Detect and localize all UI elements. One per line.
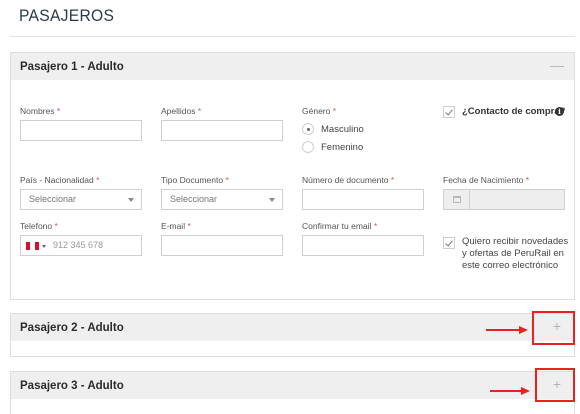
genero-label: Género * [302,106,337,116]
contact-label: ¿Contacto de compra? [462,106,566,117]
passenger-2-title: Pasajero 2 - Adulto [20,321,124,334]
newsletter-checkbox[interactable] [443,237,455,249]
passenger-3-title: Pasajero 3 - Adulto [20,379,124,392]
passenger-2-panel: Pasajero 2 - Adulto + [10,313,575,357]
radio-unselected-icon [302,141,314,153]
arrow-right-icon [521,387,530,395]
gender-male-radio[interactable]: Masculino [302,123,364,135]
nombres-input[interactable] [20,120,142,141]
telefono-input[interactable]: 912 345 678 [20,235,142,256]
confirm-email-input[interactable] [302,235,424,256]
passenger-2-header[interactable]: Pasajero 2 - Adulto + [11,314,574,341]
peru-flag-icon[interactable] [26,242,39,250]
pais-select-value: Seleccionar [29,194,77,204]
calendar-icon [453,196,461,203]
chevron-down-icon [269,198,275,202]
num-doc-input[interactable] [302,189,424,210]
radio-selected-icon [302,123,314,135]
telefono-label: Telefono * [20,221,58,231]
passenger-3-panel: Pasajero 3 - Adulto + [10,371,575,414]
fecha-nac-label: Fecha de Nacimiento * [443,175,530,185]
telefono-placeholder: 912 345 678 [53,240,104,250]
email-input[interactable] [161,235,283,256]
gender-female-label: Femenino [321,141,364,153]
newsletter-label: Quiero recibir novedades y ofertas de Pe… [462,236,569,271]
calendar-button[interactable] [444,190,470,209]
chevron-down-icon [128,198,134,202]
nombres-label: Nombres * [20,106,61,116]
tipo-doc-select[interactable]: Seleccionar [161,189,283,210]
confirm-email-label: Confirmar tu email * [302,221,378,231]
apellidos-input[interactable] [161,120,283,141]
info-icon[interactable]: i [555,107,564,116]
page-title: PASAJEROS [19,6,115,25]
tipo-doc-select-value: Seleccionar [170,194,218,204]
num-doc-label: Número de documento * [302,175,395,185]
annotation-arrow-line [490,390,522,392]
passenger-3-header[interactable]: Pasajero 3 - Adulto + [11,372,574,399]
passenger-1-header[interactable]: Pasajero 1 - Adulto — [11,53,574,80]
apellidos-label: Apellidos * [161,106,202,116]
collapse-icon[interactable]: — [548,57,566,73]
tipo-doc-label: Tipo Documento * [161,175,229,185]
highlight-box [535,368,575,402]
gender-female-radio[interactable]: Femenino [302,141,363,153]
arrow-right-icon [519,326,528,334]
title-divider [10,36,575,37]
chevron-down-icon [42,245,46,248]
contact-checkbox[interactable] [443,106,455,118]
gender-male-label: Masculino [321,123,364,135]
pais-label: País - Nacionalidad * [20,175,100,185]
passenger-1-panel: Pasajero 1 - Adulto — Nombres * Apellido… [10,52,575,300]
pais-select[interactable]: Seleccionar [20,189,142,210]
email-label: E-mail * [161,221,191,231]
annotation-arrow-line [486,329,520,331]
highlight-box [532,311,575,345]
passenger-1-title: Pasajero 1 - Adulto [20,60,124,73]
fecha-nac-input[interactable] [443,189,565,210]
